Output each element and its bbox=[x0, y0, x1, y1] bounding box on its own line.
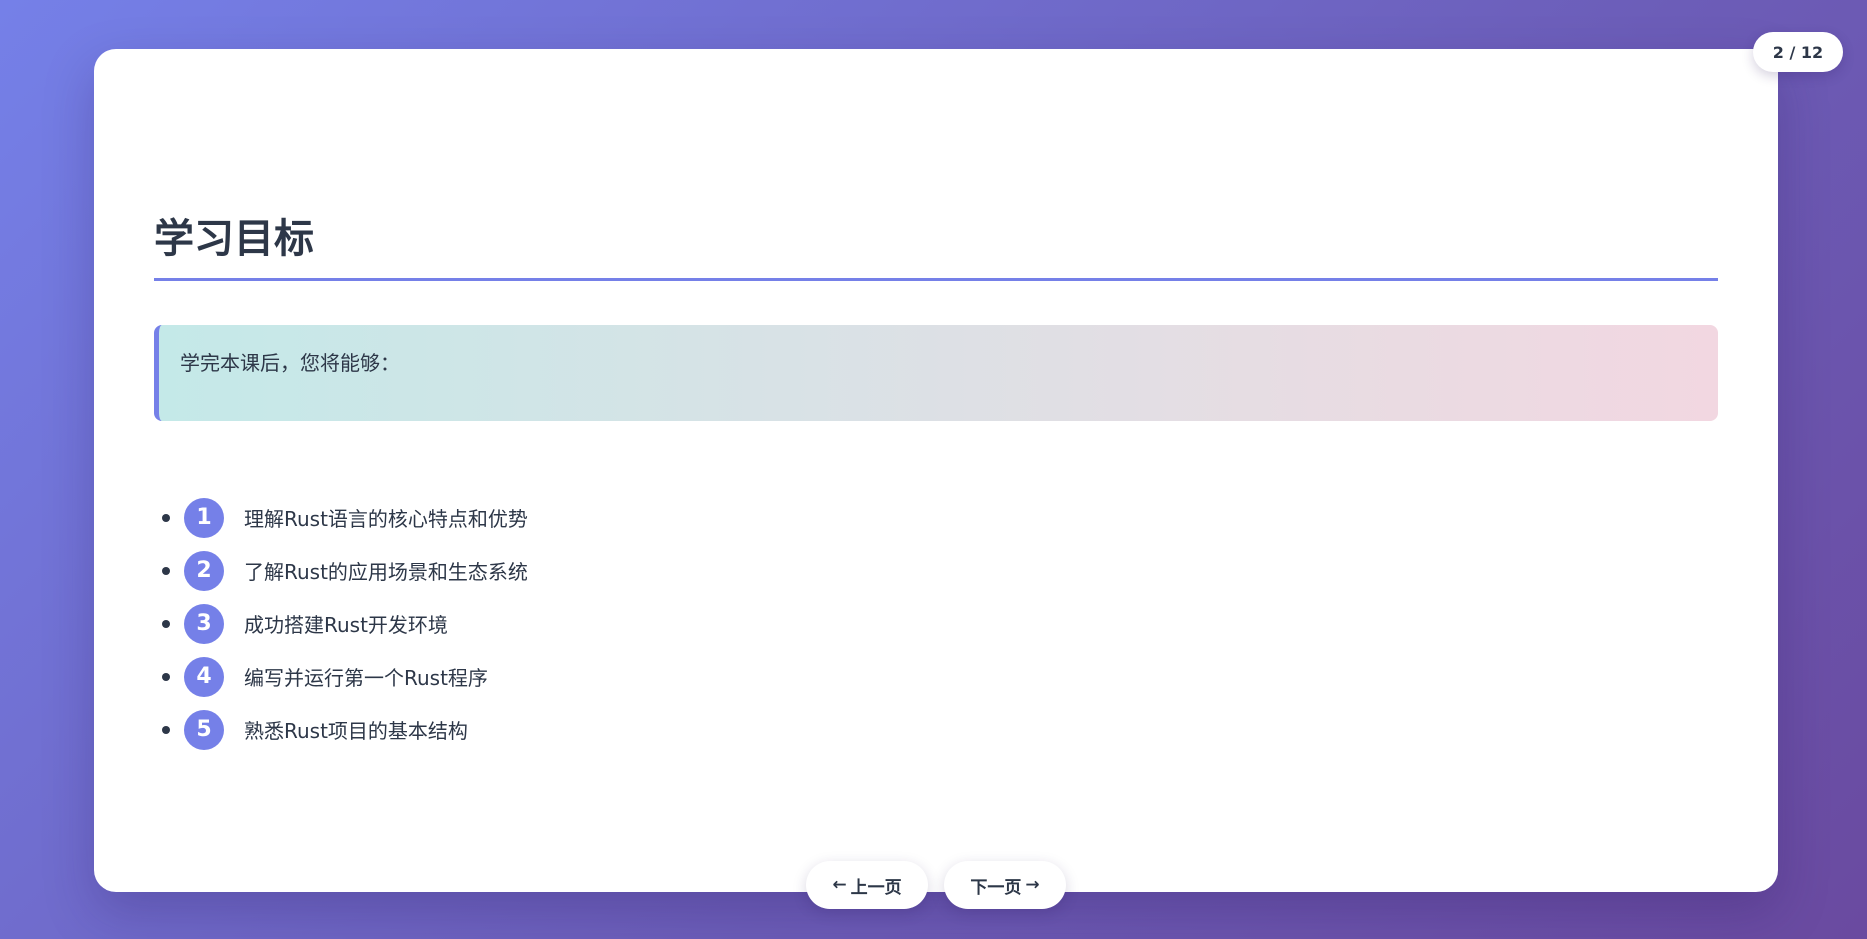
page-counter: 2 / 12 bbox=[1753, 32, 1843, 72]
intro-text: 学完本课后，您将能够： bbox=[180, 351, 400, 375]
bullet-dot bbox=[162, 725, 170, 734]
objective-text: 了解Rust的应用场景和生态系统 bbox=[244, 560, 528, 584]
objective-number-badge: 3 bbox=[184, 603, 224, 644]
objective-number-badge: 5 bbox=[184, 709, 224, 750]
objectives-list: 1 理解Rust语言的核心特点和优势 2 了解Rust的应用场景和生态系统 3 … bbox=[154, 491, 1154, 756]
objective-number-badge: 1 bbox=[184, 497, 224, 538]
objective-item: 3 成功搭建Rust开发环境 bbox=[154, 597, 1154, 650]
objective-item: 1 理解Rust语言的核心特点和优势 bbox=[154, 491, 1154, 544]
next-page-button[interactable]: 下一页 → bbox=[944, 861, 1066, 909]
slide-card: 学习目标 学完本课后，您将能够： 1 理解Rust语言的核心特点和优势 2 了解… bbox=[94, 49, 1778, 892]
bullet-dot bbox=[162, 672, 170, 681]
objective-text: 成功搭建Rust开发环境 bbox=[244, 613, 448, 637]
bullet-dot bbox=[162, 619, 170, 628]
slide-title: 学习目标 bbox=[154, 211, 1718, 281]
prev-page-button[interactable]: ← 上一页 bbox=[806, 861, 928, 909]
bullet-dot bbox=[162, 566, 170, 575]
objective-text: 熟悉Rust项目的基本结构 bbox=[244, 719, 468, 743]
objective-number-badge: 2 bbox=[184, 550, 224, 591]
arrow-right-icon: → bbox=[1025, 875, 1040, 895]
objective-text: 编写并运行第一个Rust程序 bbox=[244, 666, 488, 690]
bullet-dot bbox=[162, 513, 170, 522]
objective-item: 5 熟悉Rust项目的基本结构 bbox=[154, 703, 1154, 756]
arrow-left-icon: ← bbox=[832, 875, 847, 895]
objective-text: 理解Rust语言的核心特点和优势 bbox=[244, 507, 528, 531]
objective-item: 2 了解Rust的应用场景和生态系统 bbox=[154, 544, 1154, 597]
objective-number-badge: 4 bbox=[184, 656, 224, 697]
prev-page-label: 上一页 bbox=[850, 877, 902, 898]
next-page-label: 下一页 bbox=[970, 877, 1022, 898]
intro-callout: 学完本课后，您将能够： bbox=[154, 325, 1718, 421]
objective-item: 4 编写并运行第一个Rust程序 bbox=[154, 650, 1154, 703]
